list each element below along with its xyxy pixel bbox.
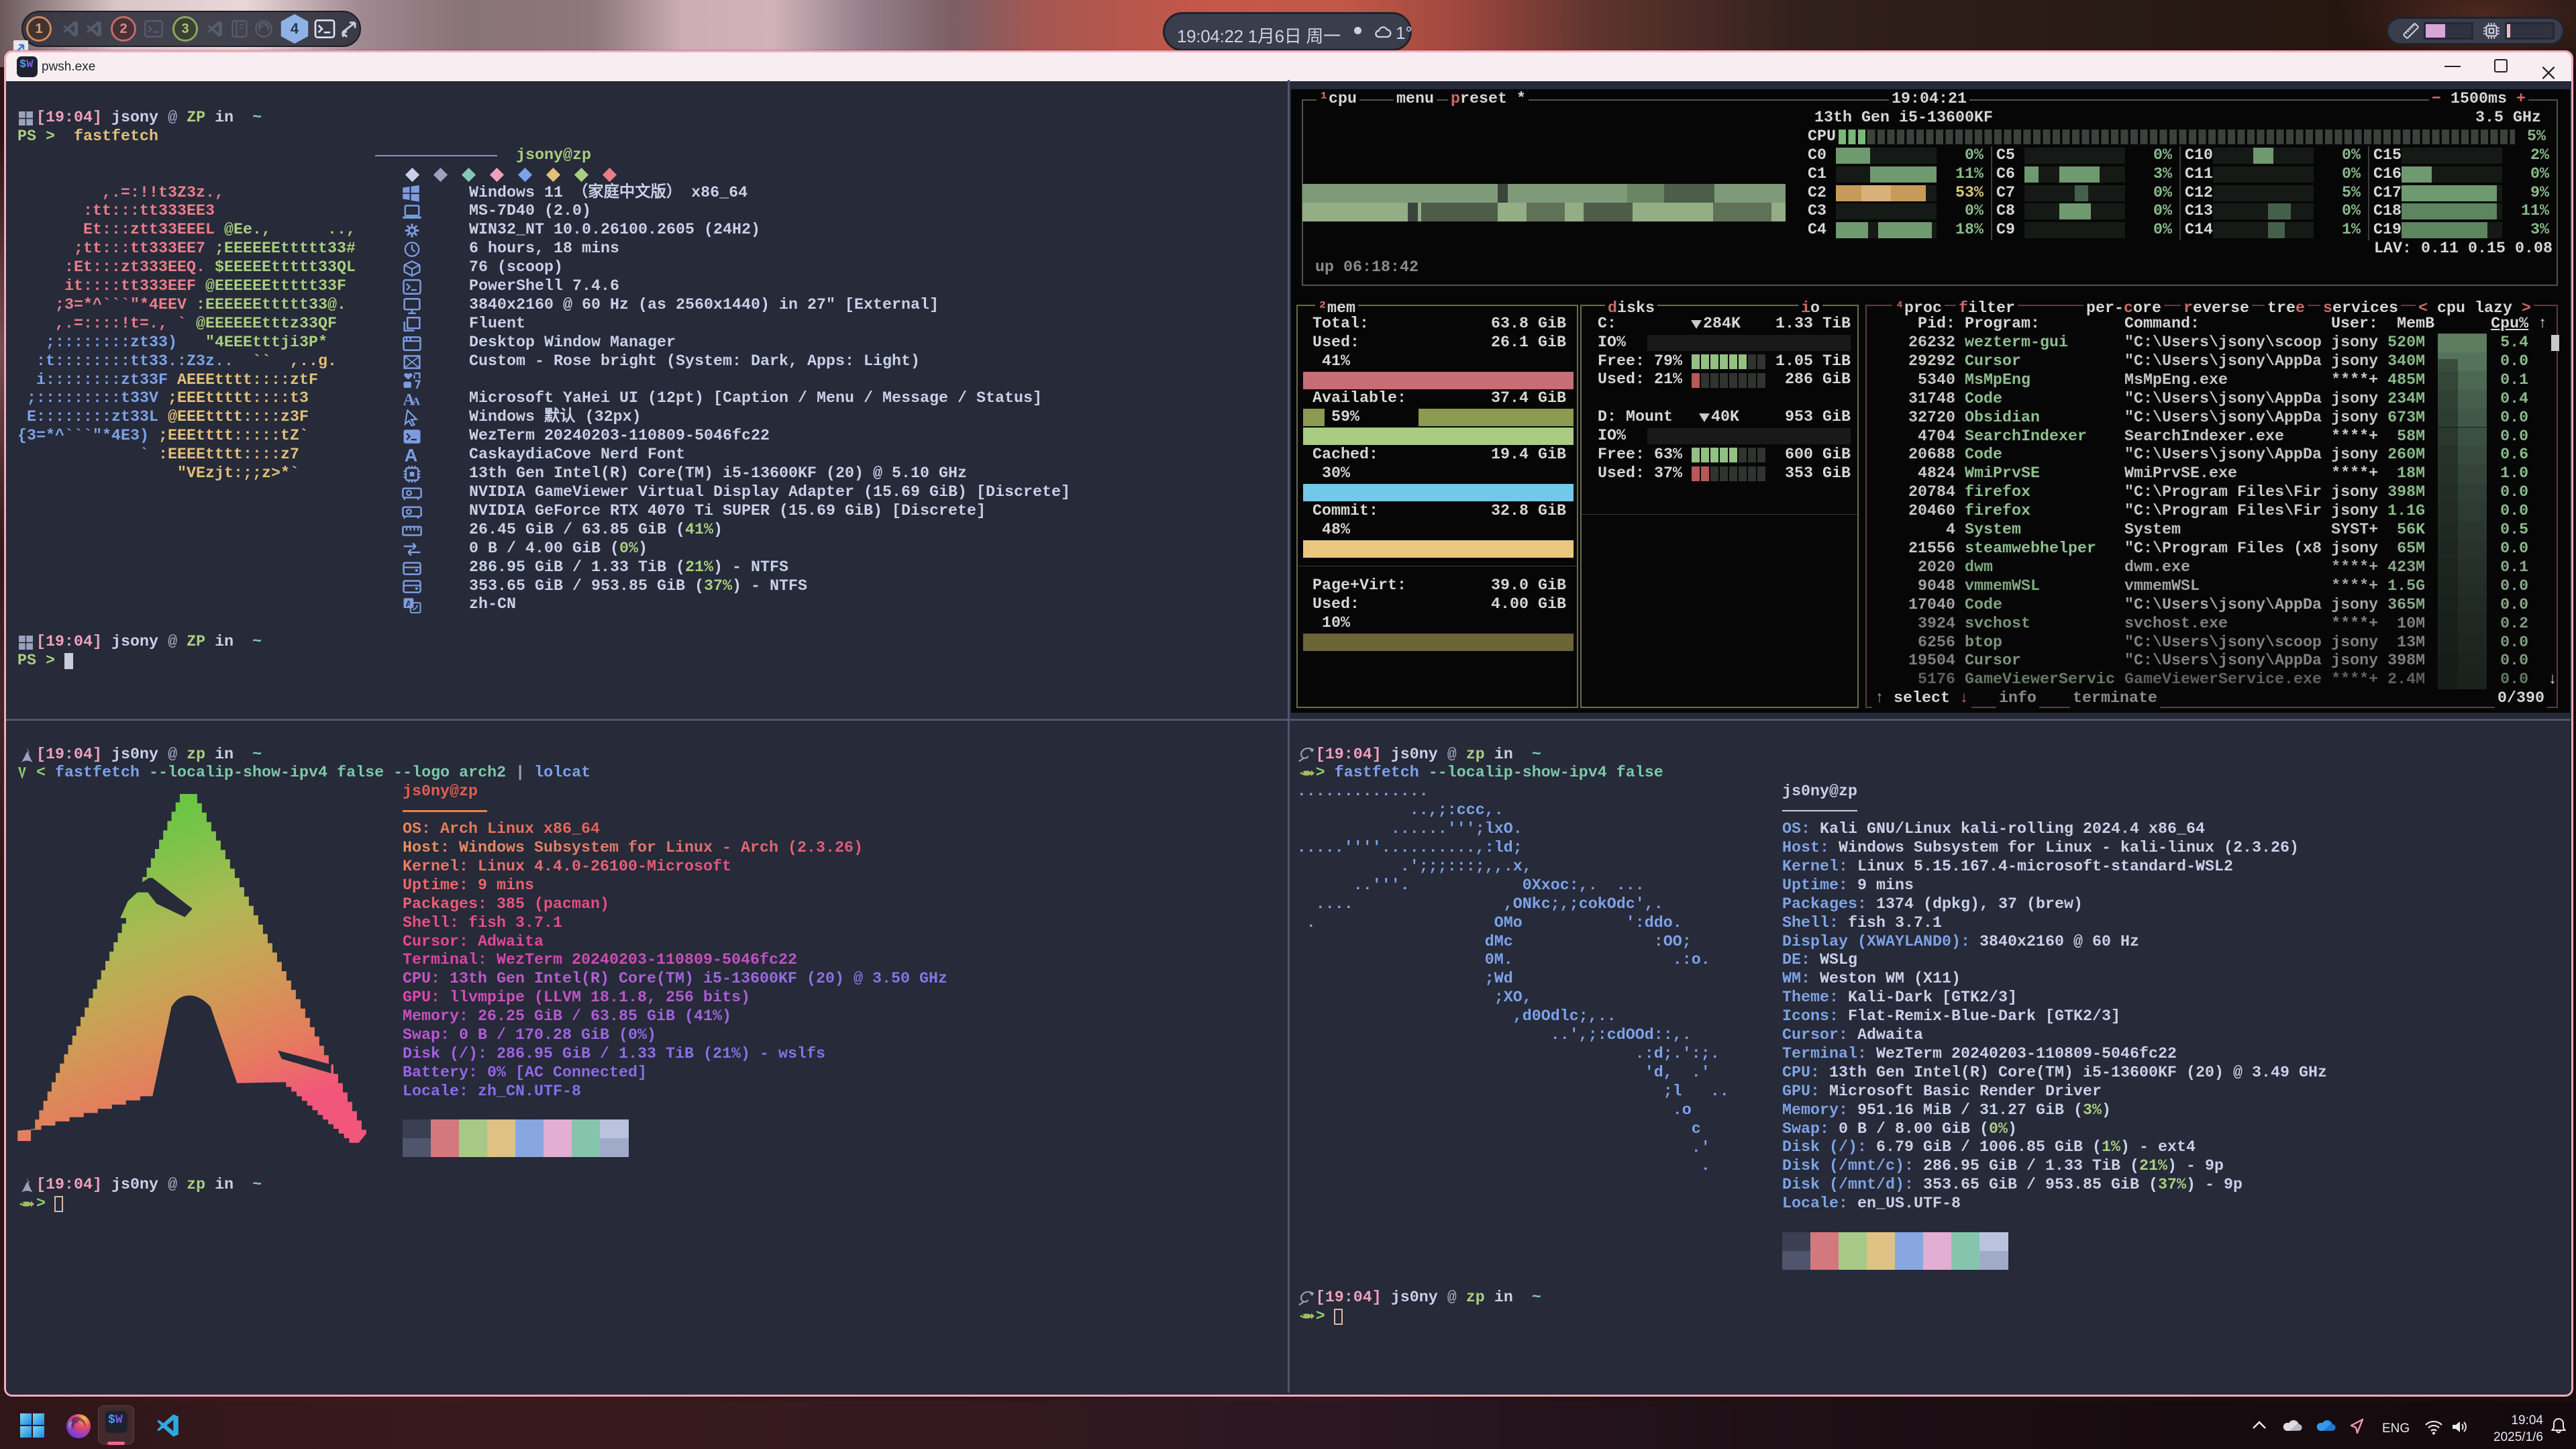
svg-text:A: A <box>412 395 421 407</box>
svg-text:A: A <box>404 447 417 464</box>
